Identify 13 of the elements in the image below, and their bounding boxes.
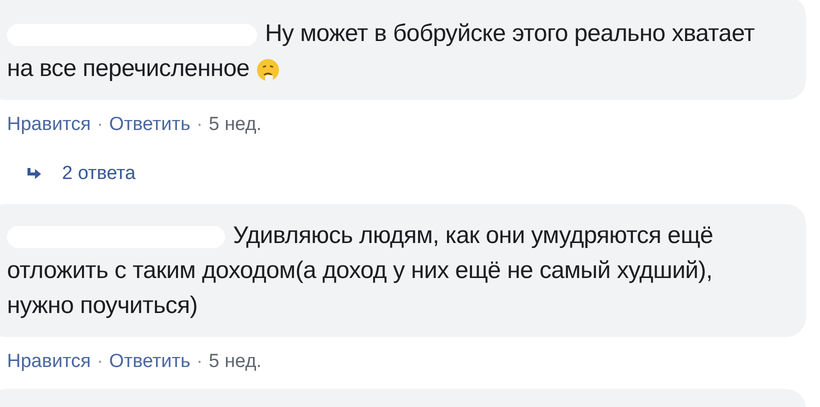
action-link[interactable]: Нравится xyxy=(7,348,91,376)
separator-dot: · xyxy=(96,112,104,137)
action-link[interactable]: Ответить xyxy=(109,348,190,376)
action-link[interactable]: Нравится xyxy=(7,110,91,140)
replies-link[interactable]: 2 ответа xyxy=(62,160,136,188)
comment-text: Удивляюсь людям, как они умудряются ещё отложить с таким доходом(а доход у них ещё не самый худший), нужно поучиться) xyxy=(7,221,714,321)
separator-dot: · xyxy=(195,112,204,137)
action-link[interactable]: Ответить xyxy=(109,110,190,140)
separator-dot: · xyxy=(96,350,104,374)
comment-time: 5 нед. xyxy=(208,112,262,137)
comment-time: 5 нед. xyxy=(208,350,262,374)
separator-dot: · xyxy=(195,350,204,374)
comment-text: Ну может в бобруйске этого реально хватает на все перечисленное xyxy=(7,19,756,84)
